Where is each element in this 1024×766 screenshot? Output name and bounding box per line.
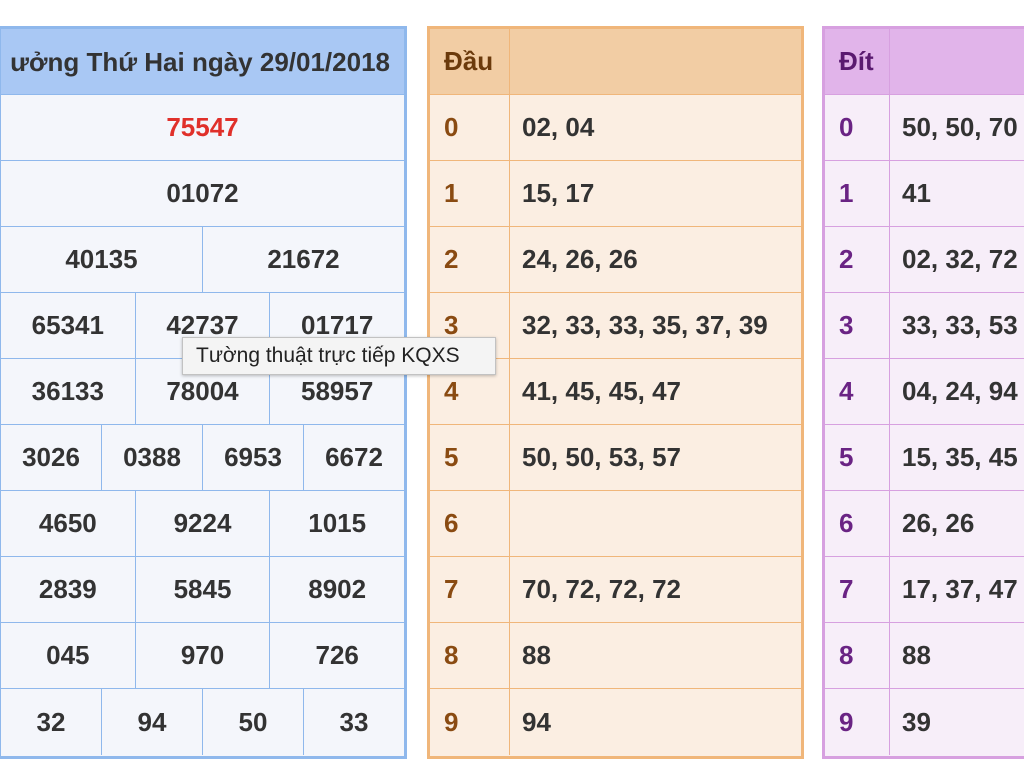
dit-header-row: Đít	[825, 29, 1024, 95]
dit-digit: 6	[825, 491, 890, 556]
dau-values	[510, 491, 801, 556]
special-prize-number: 75547	[166, 112, 239, 142]
prize-number: 9224	[136, 491, 271, 556]
dau-digit: 7	[430, 557, 510, 622]
dau-digit: 2	[430, 227, 510, 292]
dau-values: 02, 04	[522, 112, 595, 142]
prize-number: 21672	[267, 244, 340, 274]
dit-values: 50, 50, 70	[902, 112, 1018, 142]
prize-number: 2839	[1, 557, 136, 622]
dau-table: Đầu 0 02, 04 1 15, 17 2 24, 26, 26 3 32, 33, 33…	[427, 26, 804, 759]
dau-header: Đầu	[430, 29, 510, 94]
prize-row-special: 75547	[1, 95, 404, 161]
dau-values: 70, 72, 72, 72	[522, 574, 682, 604]
prize-row: 3026 0388 6953 6672	[1, 425, 404, 491]
prize-number: 32	[1, 689, 102, 755]
dit-table: Đít 0 50, 50, 70 1 41 2 02, 32, 72 3 33, 33, 53…	[822, 26, 1024, 759]
dit-row: 1 41	[825, 161, 1024, 227]
dit-digit: 8	[825, 623, 890, 688]
dit-values: 04, 24, 94	[902, 376, 1018, 406]
prize-number: 5845	[136, 557, 271, 622]
dit-values: 41	[902, 178, 931, 208]
dit-row: 5 15, 35, 45	[825, 425, 1024, 491]
dit-row: 8 88	[825, 623, 1024, 689]
dau-row: 7 70, 72, 72, 72	[430, 557, 801, 623]
prize-number: 1015	[308, 508, 367, 538]
prize-number: 65341	[1, 293, 136, 358]
dit-values: 33, 33, 53	[902, 310, 1018, 340]
prize-number: 94	[102, 689, 203, 755]
dit-digit: 3	[825, 293, 890, 358]
dit-digit: 9	[825, 689, 890, 755]
prize-number: 3026	[1, 425, 102, 490]
prize-number: 8902	[308, 574, 367, 604]
dau-row: 0 02, 04	[430, 95, 801, 161]
dau-digit: 5	[430, 425, 510, 490]
dau-values: 88	[522, 640, 551, 670]
prize-number: 0388	[102, 425, 203, 490]
prize-number: 36133	[1, 359, 136, 424]
dit-values: 88	[902, 640, 931, 670]
dau-values: 94	[522, 706, 551, 737]
prize-row: 4650 9224 1015	[1, 491, 404, 557]
dit-digit: 1	[825, 161, 890, 226]
dit-row: 0 50, 50, 70	[825, 95, 1024, 161]
dau-values: 41, 45, 45, 47	[522, 376, 682, 406]
dit-digit: 0	[825, 95, 890, 160]
prize-row: 01072	[1, 161, 404, 227]
prize-row: 045 970 726	[1, 623, 404, 689]
prize-number: 4650	[1, 491, 136, 556]
dau-row: 5 50, 50, 53, 57	[430, 425, 801, 491]
prize-row: 40135 21672	[1, 227, 404, 293]
dau-values: 24, 26, 26	[522, 244, 638, 274]
prize-number: 01072	[166, 178, 239, 208]
dit-digit: 2	[825, 227, 890, 292]
dau-digit: 0	[430, 95, 510, 160]
dau-header-row: Đầu	[430, 29, 801, 95]
dit-header: Đít	[825, 29, 890, 94]
dau-row: 6	[430, 491, 801, 557]
prize-number: 045	[1, 623, 136, 688]
dau-row: 2 24, 26, 26	[430, 227, 801, 293]
dit-row: 6 26, 26	[825, 491, 1024, 557]
dau-row: 9 94	[430, 689, 801, 755]
results-table: ưởng Thứ Hai ngày 29/01/2018 75547 01072…	[0, 26, 407, 759]
results-title: ưởng Thứ Hai ngày 29/01/2018	[1, 29, 404, 95]
prize-number: 970	[136, 623, 271, 688]
dit-values: 02, 32, 72	[902, 244, 1018, 274]
prize-number: 6672	[325, 442, 383, 472]
dau-digit: 9	[430, 689, 510, 755]
dau-digit: 6	[430, 491, 510, 556]
dit-row: 4 04, 24, 94	[825, 359, 1024, 425]
dit-digit: 7	[825, 557, 890, 622]
dit-digit: 5	[825, 425, 890, 490]
dit-values: 26, 26	[902, 508, 975, 538]
dit-row: 9 39	[825, 689, 1024, 755]
prize-number: 33	[339, 706, 369, 737]
dit-row: 2 02, 32, 72	[825, 227, 1024, 293]
dit-header-values	[890, 29, 1024, 94]
dit-values: 17, 37, 47	[902, 574, 1018, 604]
dit-row: 3 33, 33, 53	[825, 293, 1024, 359]
prize-number: 6953	[203, 425, 304, 490]
dau-digit: 1	[430, 161, 510, 226]
dau-values: 15, 17	[522, 178, 595, 208]
dau-values: 32, 33, 33, 35, 37, 39	[522, 310, 768, 340]
dit-values: 39	[902, 706, 931, 737]
dau-values: 50, 50, 53, 57	[522, 442, 682, 472]
prize-number: 726	[315, 640, 359, 670]
prize-row: 2839 5845 8902	[1, 557, 404, 623]
dit-values: 15, 35, 45	[902, 442, 1018, 472]
dau-digit: 8	[430, 623, 510, 688]
prize-row: 32 94 50 33	[1, 689, 404, 755]
dit-digit: 4	[825, 359, 890, 424]
dit-row: 7 17, 37, 47	[825, 557, 1024, 623]
dau-header-values	[510, 29, 801, 94]
tooltip: Tường thuật trực tiếp KQXS	[182, 337, 496, 375]
prize-number: 50	[203, 689, 304, 755]
prize-number: 40135	[1, 227, 203, 292]
dau-row: 8 88	[430, 623, 801, 689]
dau-row: 1 15, 17	[430, 161, 801, 227]
